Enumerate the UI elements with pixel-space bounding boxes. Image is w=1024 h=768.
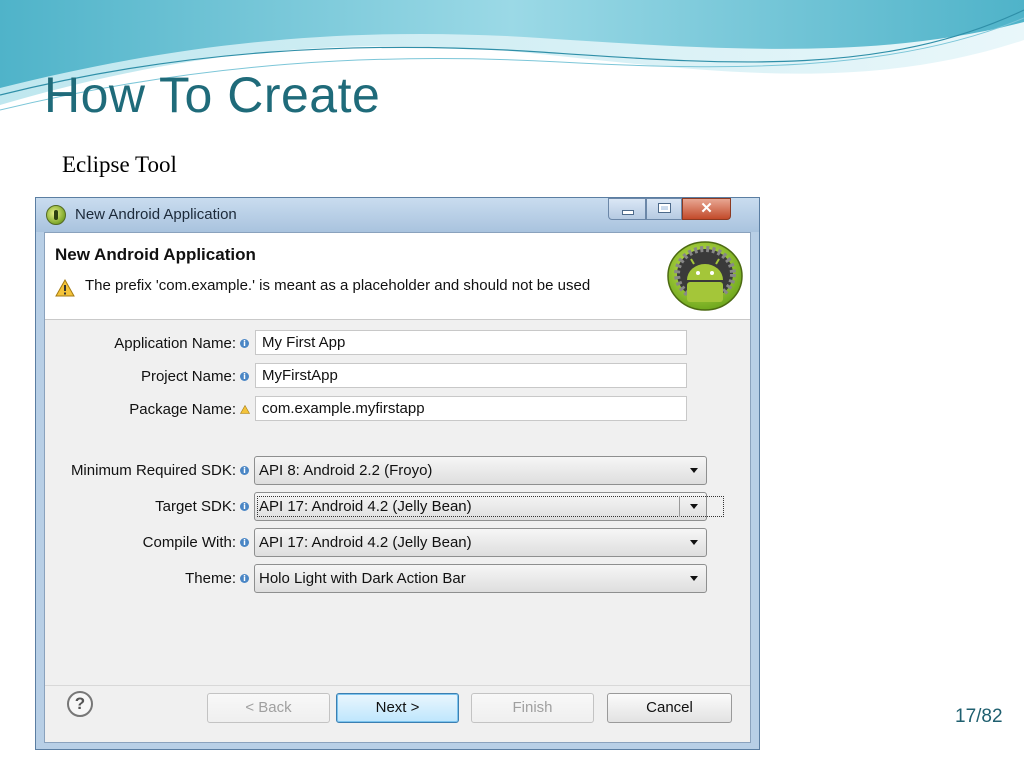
project-name-field[interactable] bbox=[255, 363, 687, 388]
eclipse-adt-icon bbox=[46, 205, 66, 225]
close-button[interactable]: ✕ bbox=[682, 198, 731, 220]
chevron-down-icon bbox=[690, 468, 698, 473]
theme-select[interactable]: Holo Light with Dark Action Bar bbox=[254, 564, 707, 593]
theme-label: Theme: bbox=[185, 570, 236, 587]
minimize-button[interactable] bbox=[608, 198, 646, 220]
page-number: 17/82 bbox=[955, 706, 1003, 727]
combo-separator bbox=[679, 496, 680, 517]
chevron-down-icon bbox=[690, 540, 698, 545]
window-titlebar[interactable]: New Android Application ✕ bbox=[36, 198, 759, 232]
application-name-label: Application Name: bbox=[114, 335, 236, 352]
compile-with-select[interactable]: API 17: Android 4.2 (Jelly Bean) bbox=[254, 528, 707, 557]
finish-button[interactable]: Finish bbox=[471, 693, 594, 723]
slide-title: How To Create bbox=[44, 67, 381, 123]
maximize-icon bbox=[659, 204, 670, 212]
info-icon: i bbox=[240, 372, 249, 381]
chevron-down-icon bbox=[690, 576, 698, 581]
maximize-button[interactable] bbox=[646, 198, 682, 220]
info-icon: i bbox=[240, 466, 249, 475]
window-controls: ✕ bbox=[608, 198, 731, 220]
help-icon[interactable]: ? bbox=[67, 691, 93, 717]
target-sdk-label: Target SDK: bbox=[155, 498, 236, 515]
slide-subtitle: Eclipse Tool bbox=[62, 152, 177, 177]
theme-value: Holo Light with Dark Action Bar bbox=[259, 570, 466, 587]
next-button[interactable]: Next > bbox=[336, 693, 459, 723]
package-name-field[interactable] bbox=[255, 396, 687, 421]
window-title: New Android Application bbox=[75, 206, 237, 223]
minimum-sdk-select[interactable]: API 8: Android 2.2 (Froyo) bbox=[254, 456, 707, 485]
target-sdk-value: API 17: Android 4.2 (Jelly Bean) bbox=[257, 496, 724, 517]
cancel-button[interactable]: Cancel bbox=[607, 693, 732, 723]
warning-icon bbox=[55, 279, 75, 297]
dialog-client-area: New Android Application The prefix 'com.… bbox=[44, 232, 751, 743]
new-android-application-dialog: New Android Application ✕ New Android Ap… bbox=[35, 197, 760, 750]
application-name-field[interactable] bbox=[255, 330, 687, 355]
info-icon: i bbox=[240, 339, 249, 348]
chevron-down-icon bbox=[690, 504, 698, 509]
minimum-sdk-label: Minimum Required SDK: bbox=[70, 462, 236, 479]
android-logo bbox=[667, 241, 743, 311]
wizard-message: The prefix 'com.example.' is meant as a … bbox=[85, 277, 591, 294]
compile-with-label: Compile With: bbox=[142, 534, 236, 551]
compile-with-value: API 17: Android 4.2 (Jelly Bean) bbox=[259, 534, 472, 551]
minimize-icon bbox=[623, 211, 633, 214]
wizard-title: New Android Application bbox=[55, 245, 256, 264]
wizard-banner: New Android Application The prefix 'com.… bbox=[45, 233, 750, 320]
target-sdk-select[interactable]: API 17: Android 4.2 (Jelly Bean) bbox=[254, 492, 724, 521]
info-icon: i bbox=[240, 574, 249, 583]
back-button[interactable]: < Back bbox=[207, 693, 330, 723]
info-icon: i bbox=[240, 538, 249, 547]
package-name-label: Package Name: bbox=[129, 401, 236, 418]
warning-icon bbox=[240, 405, 250, 414]
info-icon: i bbox=[240, 502, 249, 511]
minimum-sdk-value: API 8: Android 2.2 (Froyo) bbox=[259, 462, 433, 479]
project-name-label: Project Name: bbox=[140, 368, 236, 385]
footer-divider bbox=[45, 685, 750, 686]
close-icon: ✕ bbox=[700, 200, 713, 217]
